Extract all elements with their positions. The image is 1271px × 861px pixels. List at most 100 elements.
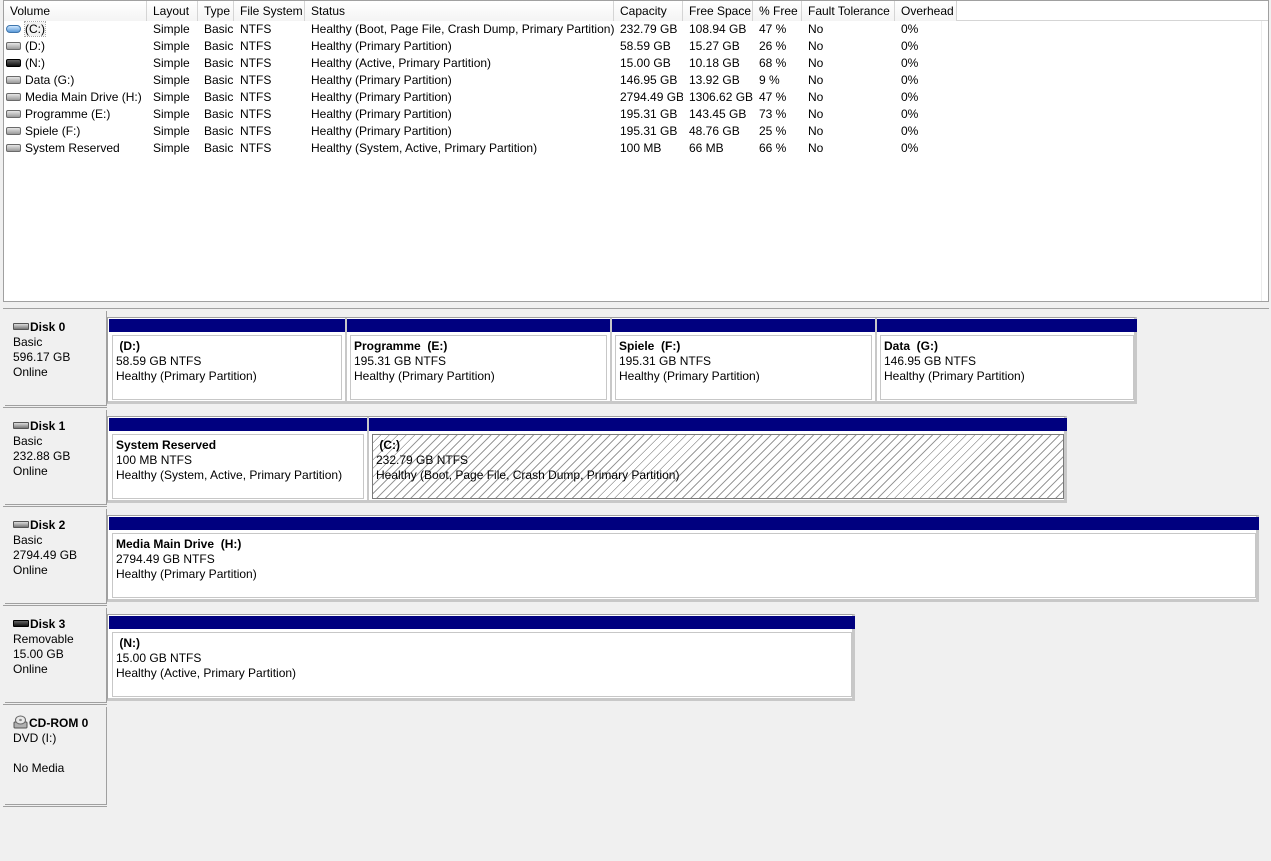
cell-file-system: NTFS: [240, 73, 272, 87]
cell-overhead: 0%: [901, 22, 919, 36]
volume-name: Programme (E:): [25, 107, 111, 121]
column-header-free-space[interactable]: Free Space: [683, 1, 753, 21]
cell-free-space: 1306.62 GB: [689, 90, 753, 104]
column-header-status[interactable]: Status: [305, 1, 614, 21]
volume-row[interactable]: Spiele (F:) Simple Basic NTFS Healthy (Prima…: [4, 123, 1268, 140]
volume-row[interactable]: Programme (E:) Simple Basic NTFS Healthy (Pr…: [4, 106, 1268, 123]
cell-overhead: 0%: [901, 56, 919, 70]
volume-row[interactable]: Media Main Drive (H:) Simple Basic NTFS Heal…: [4, 89, 1268, 106]
cell-overhead: 0%: [901, 141, 919, 155]
cell-file-system: NTFS: [240, 90, 272, 104]
cell-free-space: 66 MB: [689, 141, 724, 155]
partition-block[interactable]: (C:) 232.79 GB NTFS Healthy (Boot, Page Fi…: [368, 417, 1068, 500]
cell-type: Basic: [204, 39, 234, 53]
disk-row-cd-rom-0: CD-ROM 0 DVD (I:) No Media: [3, 705, 1269, 807]
cell-volume: Media Main Drive (H:): [4, 89, 147, 106]
volume-row[interactable]: (N:) Simple Basic NTFS Healthy (Active, Prim…: [4, 55, 1268, 72]
disk-type: Basic: [13, 335, 43, 349]
disk-row-disk-3: Disk 3 Removable 15.00 GB Online (N:) 15.00 …: [3, 606, 1269, 705]
cell-type: Basic: [204, 141, 234, 155]
partition-block[interactable]: (N:) 15.00 GB NTFS Healthy (Active, Primar…: [108, 615, 856, 698]
disk-info[interactable]: Disk 3 Removable 15.00 GB Online: [5, 608, 107, 703]
cell-fault-tolerance: No: [808, 141, 824, 155]
cell-pct-free: 26 %: [759, 39, 787, 53]
partition-details: Spiele (F:) 195.31 GB NTFS Healthy (Primar…: [615, 335, 872, 400]
drive-icon: [6, 109, 21, 118]
disk-icon: [13, 422, 29, 430]
partition-block[interactable]: Spiele (F:) 195.31 GB NTFS Healthy (Primar…: [611, 318, 877, 401]
volume-row[interactable]: Data (G:) Simple Basic NTFS Healthy (Primary…: [4, 72, 1268, 89]
disk-info[interactable]: Disk 0 Basic 596.17 GB Online: [5, 311, 107, 406]
partition-size: 2794.49 GB NTFS: [116, 552, 215, 566]
cell-volume: (C:): [4, 21, 147, 38]
disk-status: Online: [13, 563, 48, 577]
partition-size: 232.79 GB NTFS: [376, 453, 469, 467]
column-header-type[interactable]: Type: [198, 1, 234, 21]
volume-row[interactable]: System Reserved Simple Basic NTFS Healthy (S…: [4, 140, 1268, 157]
partition-block[interactable]: (D:) 58.59 GB NTFS Healthy (Primary Partit…: [108, 318, 347, 401]
partition-block[interactable]: Media Main Drive (H:) 2794.49 GB NTFS Heal…: [108, 516, 1260, 599]
partition-type-bar: [109, 418, 367, 431]
removable-disk-icon: [13, 620, 29, 628]
disk-name-line: Disk 2: [13, 518, 106, 533]
column-header-file-system[interactable]: File System: [234, 1, 305, 21]
disk-type: Basic: [13, 434, 43, 448]
cell-pct-free: 25 %: [759, 124, 787, 138]
partition-block[interactable]: Programme (E:) 195.31 GB NTFS Healthy (Pri…: [346, 318, 612, 401]
cell-file-system: NTFS: [240, 141, 272, 155]
partition-block[interactable]: Data (G:) 146.95 GB NTFS Healthy (Primary …: [876, 318, 1138, 401]
cell-pct-free: 9 %: [759, 73, 780, 87]
disk-info[interactable]: Disk 2 Basic 2794.49 GB Online: [5, 509, 107, 604]
column-header-pct-free[interactable]: % Free: [753, 1, 802, 21]
volume-name: Media Main Drive (H:): [25, 90, 142, 104]
disk-info[interactable]: CD-ROM 0 DVD (I:) No Media: [5, 707, 107, 805]
cell-overhead: 0%: [901, 107, 919, 121]
disk-name: Disk 1: [30, 419, 66, 433]
cell-fault-tolerance: No: [808, 56, 824, 70]
cell-capacity: 2794.49 GB: [620, 90, 683, 104]
disk-size: 232.88 GB: [13, 449, 71, 463]
cell-free-space: 13.92 GB: [689, 73, 740, 87]
partition-type-bar: [109, 616, 855, 629]
volume-row[interactable]: (D:) Simple Basic NTFS Healthy (Primary Part…: [4, 38, 1268, 55]
disk-type: Removable: [13, 632, 74, 646]
cell-layout: Simple: [153, 73, 190, 87]
disk-info[interactable]: Disk 1 Basic 232.88 GB Online: [5, 410, 107, 505]
disk-name: Disk 3: [30, 617, 66, 631]
cell-file-system: NTFS: [240, 22, 272, 36]
column-header-capacity[interactable]: Capacity: [614, 1, 683, 21]
disk-name-line: Disk 1: [13, 419, 106, 434]
cdrom-icon: [13, 715, 28, 729]
cell-type: Basic: [204, 73, 234, 87]
cell-capacity: 15.00 GB: [620, 56, 671, 70]
disk-name-line: Disk 0: [13, 320, 106, 335]
partition-type-bar: [347, 319, 610, 332]
column-header-fault-tolerance[interactable]: Fault Tolerance: [802, 1, 895, 21]
cell-status: Healthy (Boot, Page File, Crash Dump, Pr…: [311, 22, 614, 36]
volume-list[interactable]: Volume Layout Type File System Status Ca…: [3, 0, 1269, 302]
column-header-volume[interactable]: Volume: [4, 1, 147, 21]
column-header-overhead[interactable]: Overhead: [895, 1, 957, 21]
disk-name: Disk 2: [30, 518, 66, 532]
column-header-layout[interactable]: Layout: [147, 1, 198, 21]
cell-pct-free: 66 %: [759, 141, 787, 155]
disk-size: 15.00 GB: [13, 647, 64, 661]
cell-fault-tolerance: No: [808, 107, 824, 121]
cell-layout: Simple: [153, 90, 190, 104]
partition-block[interactable]: System Reserved 100 MB NTFS Healthy (Syste…: [108, 417, 369, 500]
partition-size: 195.31 GB NTFS: [354, 354, 447, 368]
cell-status: Healthy (Primary Partition): [311, 107, 452, 121]
partition-status: Healthy (Boot, Page File, Crash Dump, Pr…: [376, 468, 680, 482]
disk-name: CD-ROM 0: [29, 716, 89, 730]
disk-type: Basic: [13, 533, 43, 547]
cell-file-system: NTFS: [240, 107, 272, 121]
disk-icon: [13, 521, 29, 529]
volume-name: (D:): [25, 39, 45, 53]
volume-name: System Reserved: [25, 141, 120, 155]
cell-status: Healthy (Primary Partition): [311, 39, 452, 53]
cell-volume: System Reserved: [4, 140, 147, 157]
vertical-scrollbar[interactable]: [1261, 21, 1268, 301]
volume-row[interactable]: (C:) Simple Basic NTFS Healthy (Boot, Page F…: [4, 21, 1268, 38]
cell-file-system: NTFS: [240, 56, 272, 70]
partition-details: Media Main Drive (H:) 2794.49 GB NTFS Heal…: [112, 533, 1256, 598]
